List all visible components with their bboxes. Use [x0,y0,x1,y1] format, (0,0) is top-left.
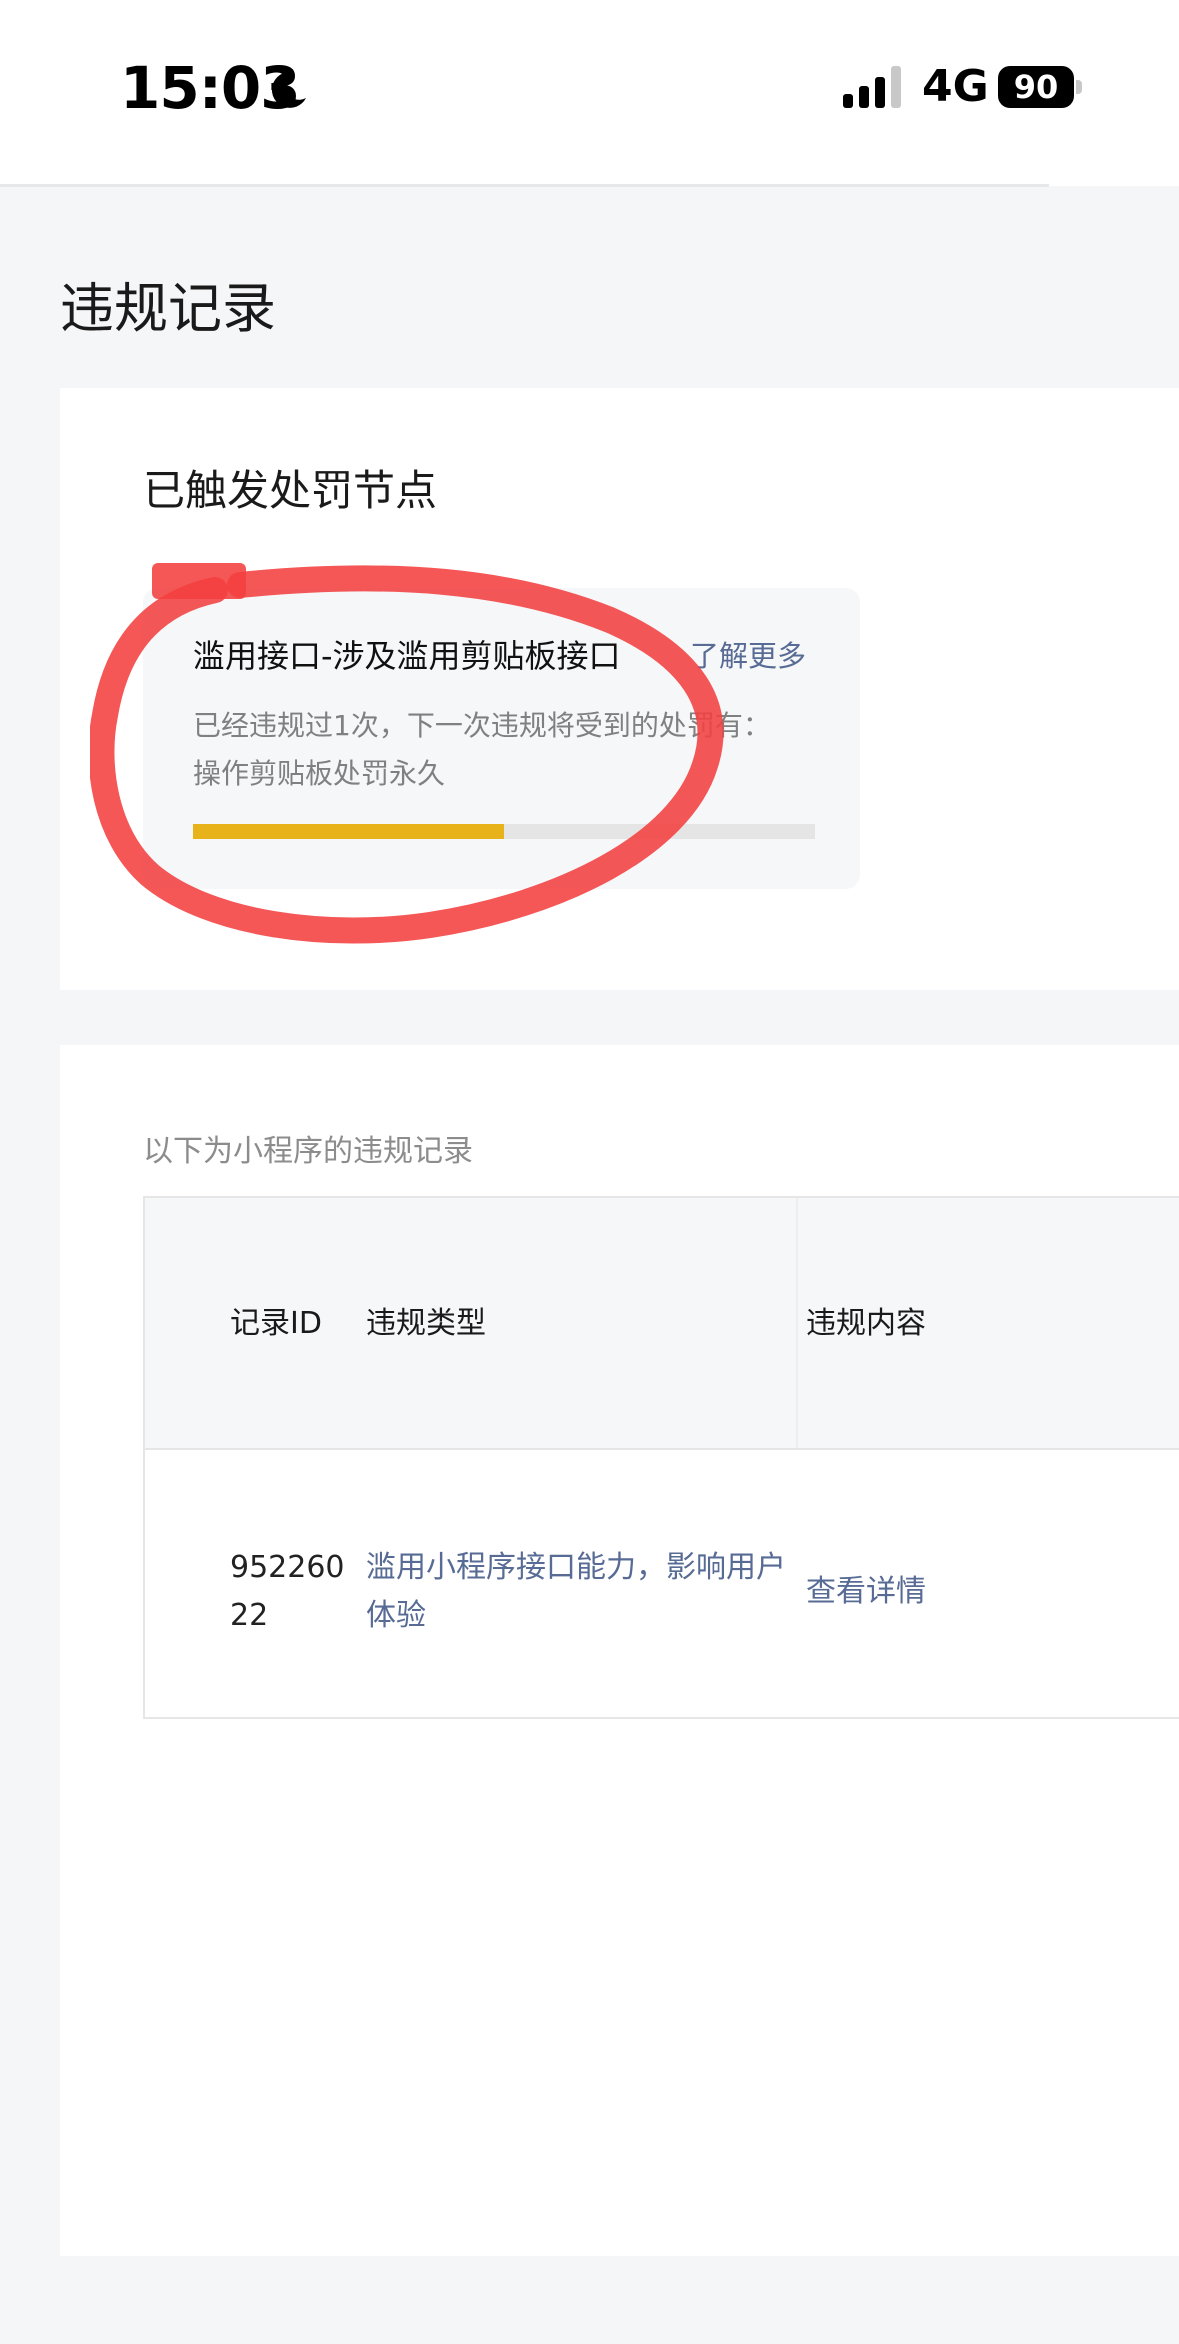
column-header-violation-content: 违规内容 [806,1306,926,1341]
cellular-signal-icon [843,66,901,108]
penalty-node-title: 滥用接口-涉及滥用剪贴板接口 [193,637,621,675]
violation-type-link[interactable]: 滥用小程序接口能力，影响用户体验 [366,1544,796,1640]
header-column-divider [796,1198,798,1448]
network-type: 4G [922,61,989,112]
penalty-section-title: 已触发处罚节点 [143,466,438,515]
penalty-desc-line: 已经违规过1次，下一次违规将受到的处罚有： [193,709,771,742]
penalty-node-description: 已经违规过1次，下一次违规将受到的处罚有： 操作剪贴板处罚永久 [193,702,833,798]
penalty-progress-fill [193,824,504,839]
view-details-link[interactable]: 查看详情 [806,1568,926,1616]
header-divider [0,184,1049,187]
records-table: 记录ID 违规类型 违规内容 95226022 滥用小程序接口能力，影响用户体验… [143,1196,1179,1719]
column-header-violation-type: 违规类型 [366,1306,486,1341]
battery-cap [1076,80,1082,94]
record-id-cell: 95226022 [230,1550,345,1633]
moon-icon [271,71,306,108]
page-title: 违规记录 [60,277,276,340]
penalty-progress-bar [193,824,815,839]
column-header-record-id: 记录ID [230,1306,322,1341]
learn-more-link[interactable]: 了解更多 [690,634,806,678]
battery-icon: 90 [998,66,1074,108]
penalty-desc-line: 操作剪贴板处罚永久 [193,757,446,790]
records-caption: 以下为小程序的违规记录 [143,1134,473,1169]
